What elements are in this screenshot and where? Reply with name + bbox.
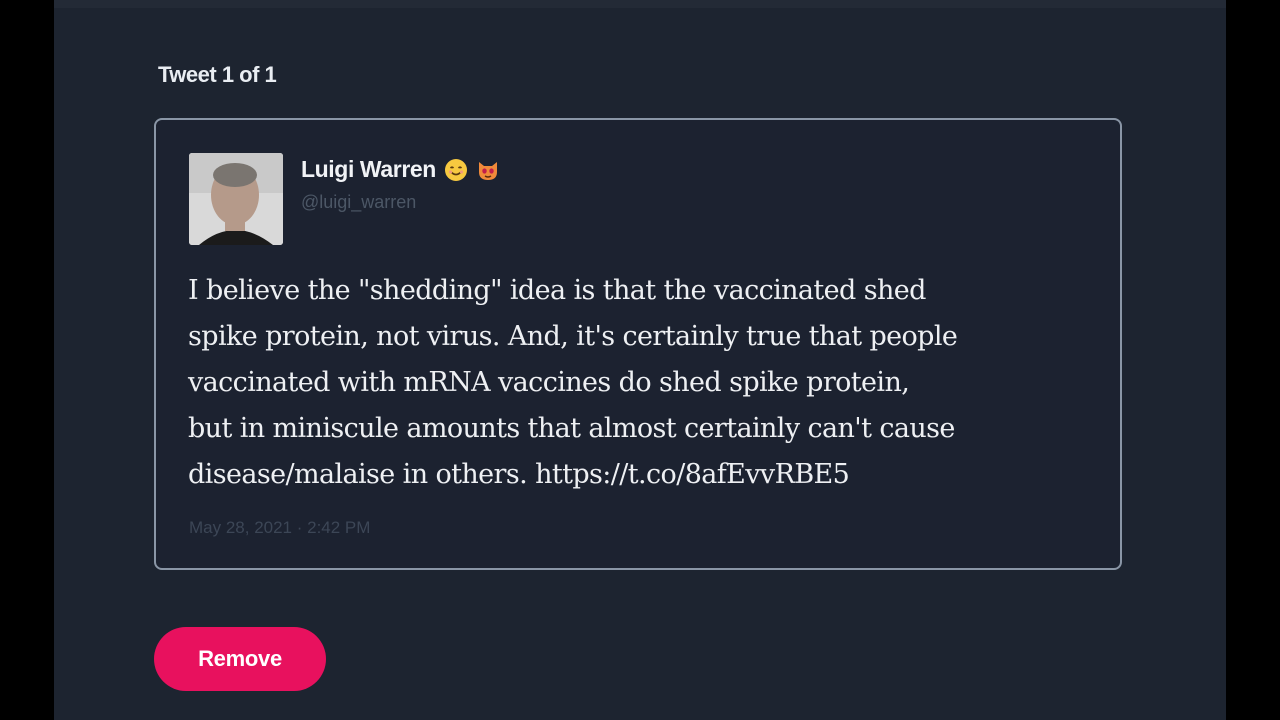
app-frame: Tweet 1 of 1 Luigi Warren @luigi_warren … — [54, 0, 1226, 720]
avatar[interactable] — [189, 153, 283, 245]
tweet-timestamp: May 28, 2021 · 2:42 PM — [189, 518, 371, 537]
author-name[interactable]: Luigi Warren — [301, 156, 436, 183]
page-heading: Tweet 1 of 1 — [158, 62, 277, 87]
cat-face-icon — [476, 158, 500, 182]
avatar-image — [189, 153, 283, 245]
author-name-row: Luigi Warren — [301, 156, 500, 183]
smiling-face-icon — [444, 158, 468, 182]
author-handle[interactable]: @luigi_warren — [301, 192, 416, 213]
top-strip — [54, 0, 1226, 8]
remove-button[interactable]: Remove — [154, 627, 326, 691]
tweet-text: I believe the "shedding" idea is that th… — [188, 275, 958, 490]
tweet-card: Luigi Warren @luigi_warren I believe the… — [154, 118, 1122, 570]
